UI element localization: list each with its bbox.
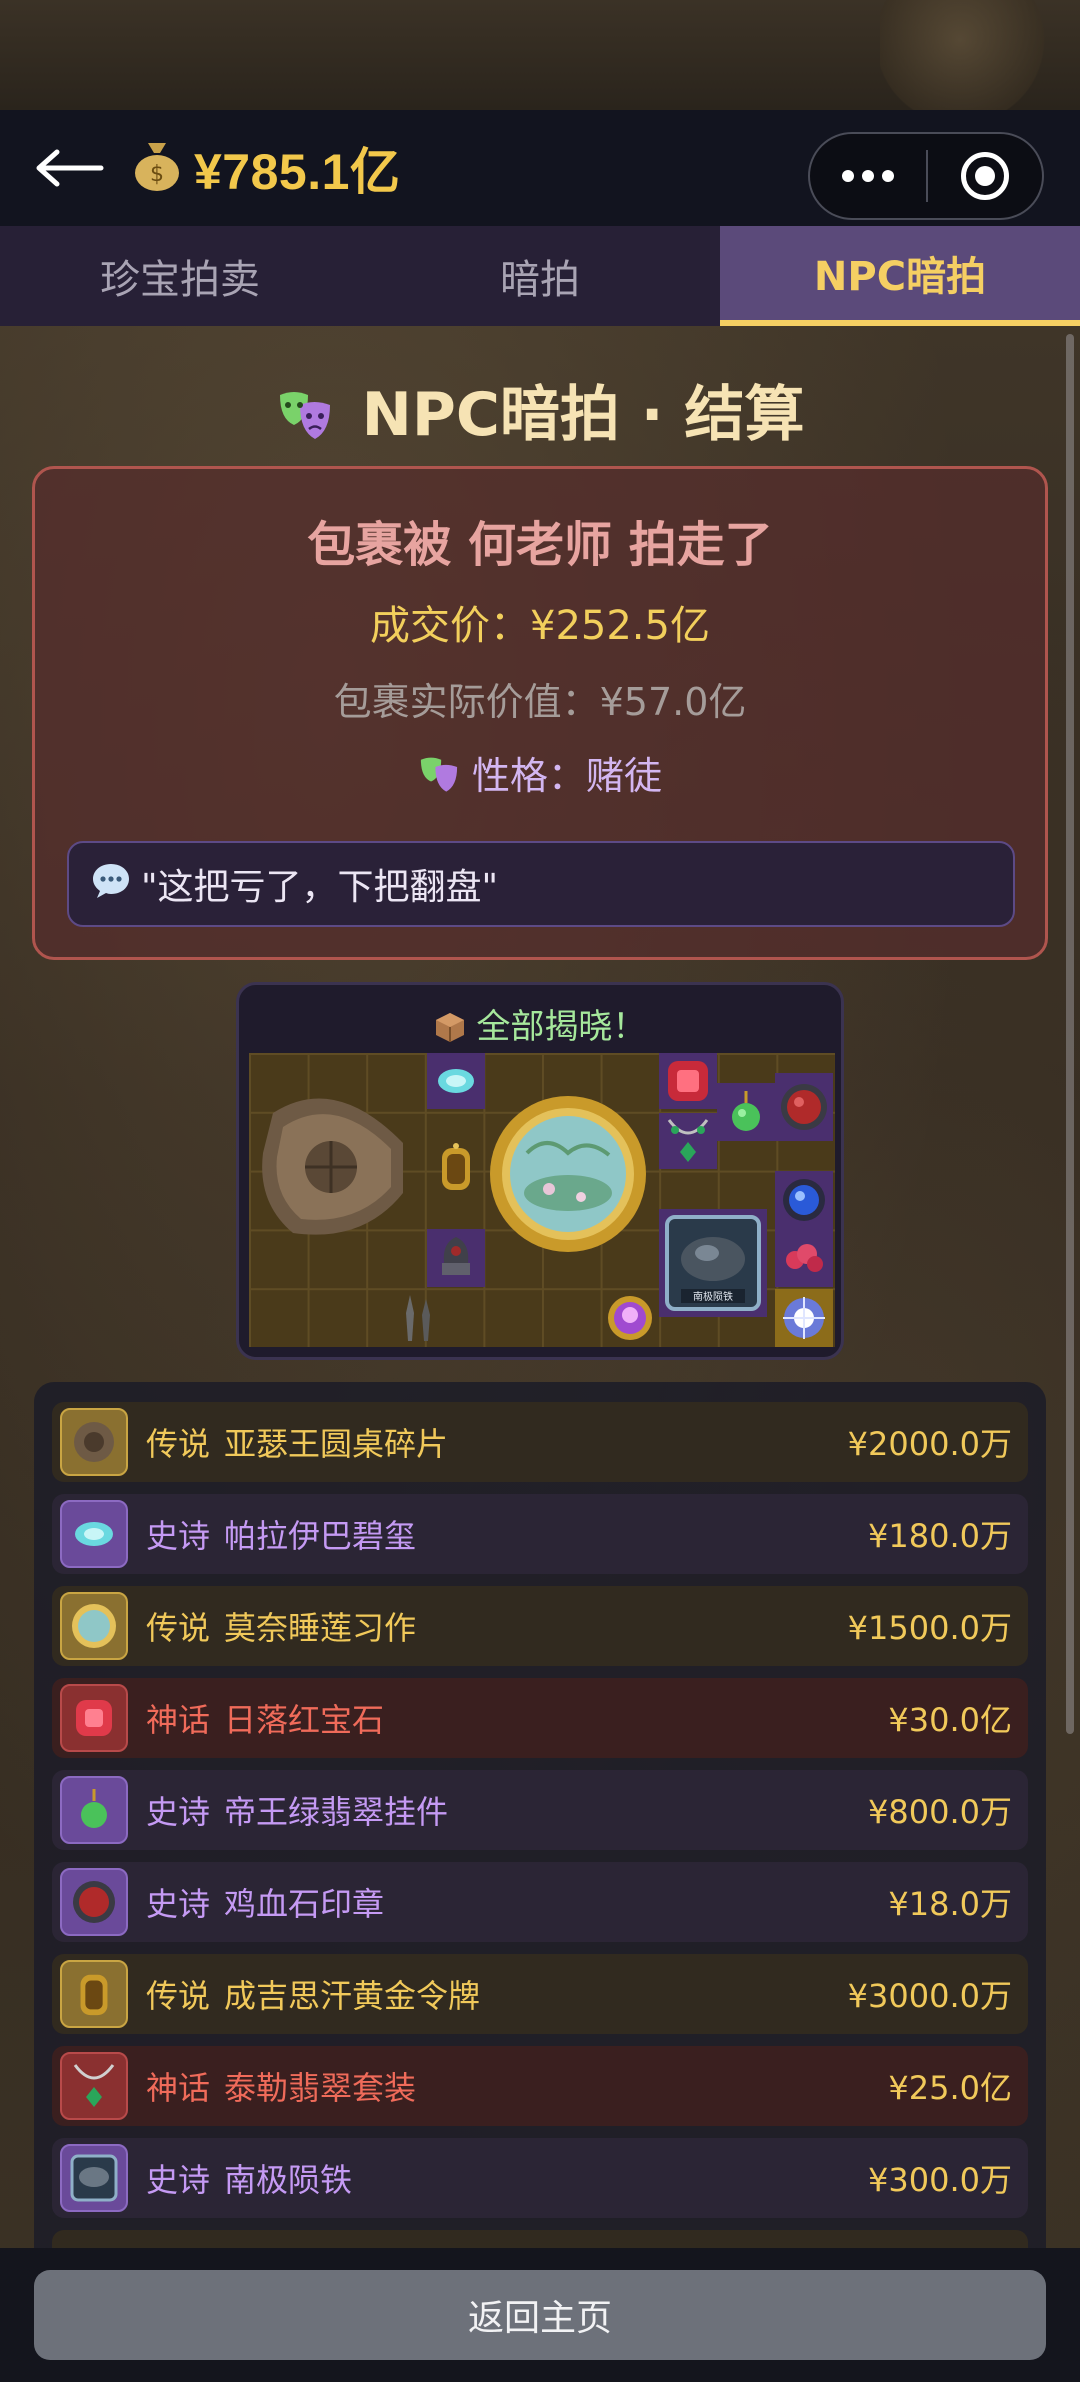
revealed-items-list[interactable]: 传说 亚瑟王圆桌碎片 ¥2000.0万 史诗 帕拉伊巴碧玺 ¥180.0万 传说 莫奈睡莲习作… [34, 1382, 1046, 2248]
winner-line: 包裹被 何老师 拍走了 [307, 517, 773, 573]
mini-program-capsule [808, 132, 1044, 220]
list-item[interactable]: 史诗 南极陨铁 ¥300.0万 [52, 2138, 1028, 2218]
reveal-item-grid: 南极陨铁 [249, 1053, 835, 1347]
theater-masks-icon [276, 388, 352, 448]
item-rarity: 史诗 [146, 1885, 211, 1923]
balance-amount: ¥785.1亿 [194, 144, 401, 200]
tab-sealed-auction[interactable]: 暗拍 [360, 226, 720, 326]
meteorite-icon: 南极陨铁 [659, 1209, 767, 1317]
item-name: 亚瑟王圆桌碎片 [224, 1425, 449, 1463]
item-name: 鸡血石印章 [224, 1885, 385, 1923]
personality-text: 性格：赌徒 [472, 754, 663, 798]
item-price: ¥3000.0万 [847, 1977, 1012, 2015]
monet-painting-icon [60, 1592, 128, 1660]
item-rarity: 史诗 [146, 1517, 211, 1555]
round-table-fragment-icon [253, 1083, 417, 1259]
list-item[interactable]: 史诗 鸡血石印章 ¥18.0万 [52, 1862, 1028, 1942]
item-name: 帝王绿翡翠挂件 [224, 1793, 449, 1831]
ruby-icon [60, 1684, 128, 1752]
money-bag-icon: $ [132, 137, 182, 199]
item-price: ¥25.0亿 [888, 2069, 1012, 2107]
round-table-fragment-icon [60, 1408, 128, 1476]
item-price: ¥180.0万 [868, 1517, 1012, 1555]
more-dots-icon[interactable] [810, 170, 926, 182]
list-item[interactable]: 史诗 帕拉伊巴碧玺 ¥180.0万 [52, 1494, 1028, 1574]
bloodstone-seal-icon [427, 1229, 485, 1287]
reveal-panel: 全部揭晓！ 南极陨铁 [236, 982, 844, 1360]
package-box-icon [434, 1007, 477, 1047]
item-price: ¥800.0万 [868, 1793, 1012, 1831]
gold-tablet-icon [60, 1960, 128, 2028]
red-coral-icon [775, 1229, 833, 1287]
item-rarity: 神话 [146, 2069, 211, 2107]
result-card: 包裹被 何老师 拍走了 成交价：¥252.5亿 包裹实际价值：¥57.0亿 性格… [32, 466, 1048, 960]
settlement-content[interactable]: NPC暗拍 · 结算 包裹被 何老师 拍走了 成交价：¥252.5亿 包裹实际价… [0, 326, 1080, 2248]
paraiba-tourmaline-icon [427, 1053, 485, 1109]
item-rarity: 神话 [146, 1701, 211, 1739]
emerald-set-icon [60, 2052, 128, 2120]
item-price: ¥30.0亿 [888, 1701, 1012, 1739]
item-rarity: 史诗 [146, 1793, 211, 1831]
emerald-set-icon [659, 1113, 717, 1169]
monet-painting-icon [487, 1093, 649, 1255]
item-name: 帕拉伊巴碧玺 [224, 1517, 417, 1555]
return-home-button[interactable]: 返回主页 [34, 2270, 1046, 2360]
quote-text: "这把亏了，下把翻盘" [141, 867, 499, 908]
meteorite-badge-text: 南极陨铁 [693, 1290, 733, 1303]
reveal-title: 全部揭晓！ [239, 999, 841, 1048]
top-background-image [0, 0, 1080, 110]
item-name: 莫奈睡莲习作 [224, 1609, 417, 1647]
sapphire-icon [775, 1171, 833, 1229]
item-price: ¥18.0万 [888, 1885, 1012, 1923]
item-price: ¥2000.0万 [847, 1425, 1012, 1463]
actual-value: 包裹实际价值：¥57.0亿 [333, 680, 747, 724]
speech-bubble-icon [91, 861, 131, 908]
list-item[interactable]: 神话 日落红宝石 ¥30.0亿 [52, 1678, 1028, 1758]
meteorite-icon [60, 2144, 128, 2212]
item-name: 南极陨铁 [224, 2161, 353, 2199]
item-rarity: 史诗 [146, 2161, 211, 2199]
reveal-title-text: 全部揭晓！ [476, 1007, 647, 1047]
item-rarity: 传说 [146, 1425, 211, 1463]
balance-display: $ ¥785.1亿 [132, 136, 400, 200]
item-price: ¥1500.0万 [847, 1609, 1012, 1647]
item-rarity: 传说 [146, 1609, 211, 1647]
item-name: 泰勒翡翠套装 [224, 2069, 417, 2107]
tab-treasure-auction[interactable]: 珍宝拍卖 [0, 226, 360, 326]
list-item[interactable]: 传说 成吉思汗黄金令牌 ¥3000.0万 [52, 1954, 1028, 2034]
app-header: $ ¥785.1亿 [0, 110, 1080, 226]
bloodstone-orb-icon [775, 1073, 833, 1141]
page-title: NPC暗拍 · 结算 [0, 366, 1080, 453]
npc-quote: "这把亏了，下把翻盘" [67, 841, 1015, 927]
jade-pendant-icon [717, 1083, 775, 1141]
bloodstone-seal-icon [60, 1868, 128, 1936]
starburst-orb-icon [775, 1289, 833, 1347]
auction-tabs: 珍宝拍卖 暗拍 NPC暗拍 [0, 226, 1080, 326]
target-circle-icon[interactable] [928, 152, 1042, 200]
tab-npc-sealed-auction[interactable]: NPC暗拍 [720, 226, 1080, 326]
item-price: ¥300.0万 [868, 2161, 1012, 2199]
npc-personality: 性格：赌徒 [35, 745, 1045, 800]
bottom-bar: 返回主页 [0, 2248, 1080, 2382]
scrollbar[interactable] [1066, 334, 1074, 1734]
svg-text:$: $ [150, 162, 164, 187]
list-item[interactable]: 传说 莫奈睡莲习作 ¥1500.0万 [52, 1586, 1028, 1666]
spearhead-icon [389, 1289, 447, 1347]
gem-pendant-icon [601, 1289, 659, 1347]
list-item[interactable]: 传说 亚瑟王圆桌碎片 ¥2000.0万 [52, 1402, 1028, 1482]
item-name: 日落红宝石 [224, 1701, 385, 1739]
settlement-title-text: NPC暗拍 · 结算 [361, 380, 805, 450]
list-item[interactable]: 史诗 帝王绿翡翠挂件 ¥800.0万 [52, 1770, 1028, 1850]
gold-tablet-icon [427, 1139, 485, 1197]
ruby-icon [659, 1053, 717, 1109]
item-name: 成吉思汗黄金令牌 [224, 1977, 481, 2015]
list-item-partial [52, 2230, 1028, 2248]
paraiba-tourmaline-icon [60, 1500, 128, 1568]
item-rarity: 传说 [146, 1977, 211, 2015]
deal-price: 成交价：¥252.5亿 [370, 603, 710, 649]
list-item[interactable]: 神话 泰勒翡翠套装 ¥25.0亿 [52, 2046, 1028, 2126]
back-arrow-icon[interactable] [32, 140, 108, 196]
theater-masks-icon [418, 754, 472, 798]
jade-pendant-icon [60, 1776, 128, 1844]
